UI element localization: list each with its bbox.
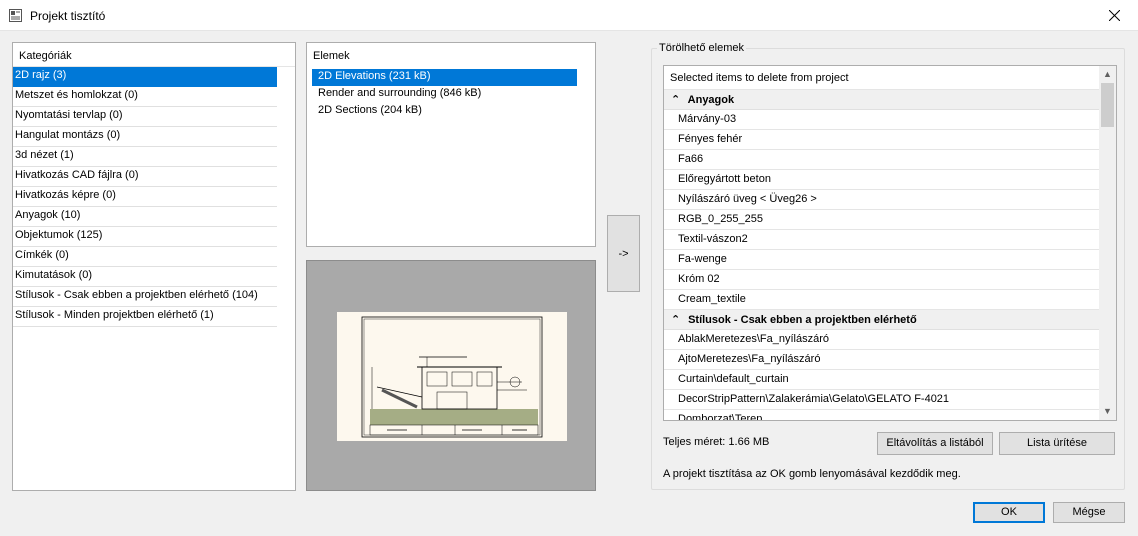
scroll-thumb[interactable]: [1101, 83, 1114, 127]
cancel-button[interactable]: Mégse: [1053, 502, 1125, 523]
deletable-group-label: Törölhető elemek: [657, 42, 746, 54]
remove-from-list-button[interactable]: Eltávolítás a listából: [877, 432, 993, 455]
close-button[interactable]: [1092, 0, 1138, 31]
list-item[interactable]: Márvány-03: [664, 110, 1099, 130]
category-item[interactable]: 3d nézet (1): [13, 147, 277, 167]
group-title: Stílusok - Csak ebben a projektben elérh…: [688, 314, 917, 326]
list-item[interactable]: Cream_textile: [664, 290, 1099, 310]
list-item[interactable]: Előregyártott beton: [664, 170, 1099, 190]
element-item[interactable]: Render and surrounding (846 kB): [312, 86, 577, 103]
category-item[interactable]: Stílusok - Minden projektben elérhető (1…: [13, 307, 277, 327]
list-item[interactable]: DecorStripPattern\Zalakerámia\Gelato\GEL…: [664, 390, 1099, 410]
list-item[interactable]: Curtain\default_curtain: [664, 370, 1099, 390]
list-item[interactable]: AjtoMeretezes\Fa_nyílászáró: [664, 350, 1099, 370]
preview-pane: [306, 260, 596, 491]
list-item[interactable]: RGB_0_255_255: [664, 210, 1099, 230]
category-item[interactable]: Címkék (0): [13, 247, 277, 267]
list-item[interactable]: Domborzat\Terep: [664, 410, 1099, 420]
purge-note: A projekt tisztítása az OK gomb lenyomás…: [663, 468, 961, 480]
categories-header: Kategóriák: [13, 43, 295, 67]
deletable-list[interactable]: Selected items to delete from project ⌃ …: [663, 65, 1117, 421]
add-to-delete-list-button[interactable]: ->: [607, 215, 640, 292]
title-bar: Projekt tisztító: [0, 0, 1138, 31]
element-item[interactable]: 2D Elevations (231 kB): [312, 69, 577, 86]
list-item[interactable]: Fa-wenge: [664, 250, 1099, 270]
close-icon[interactable]: [1109, 10, 1120, 21]
scroll-up-icon[interactable]: ▲: [1099, 66, 1116, 83]
category-item[interactable]: Stílusok - Csak ebben a projektben elérh…: [13, 287, 277, 307]
element-item[interactable]: 2D Sections (204 kB): [312, 103, 577, 120]
collapse-icon[interactable]: ⌃: [671, 313, 685, 326]
list-item[interactable]: Nyílászáró üveg < Üveg26 >: [664, 190, 1099, 210]
elevation-preview-image: [337, 312, 567, 441]
deletable-list-header: Selected items to delete from project: [664, 66, 1116, 90]
categories-list[interactable]: Kategóriák 2D rajz (3) Metszet és homlok…: [12, 42, 296, 491]
elements-list[interactable]: Elemek 2D Elevations (231 kB) Render and…: [306, 42, 596, 247]
ok-button[interactable]: OK: [973, 502, 1045, 523]
category-item[interactable]: Hangulat montázs (0): [13, 127, 277, 147]
list-item[interactable]: AblakMeretezes\Fa_nyílászáró: [664, 330, 1099, 350]
category-item[interactable]: Nyomtatási tervlap (0): [13, 107, 277, 127]
list-item[interactable]: Króm 02: [664, 270, 1099, 290]
category-item[interactable]: Hivatkozás képre (0): [13, 187, 277, 207]
elements-header: Elemek: [307, 43, 595, 69]
group-row-materials[interactable]: ⌃ Anyagok: [664, 90, 1099, 110]
group-row-styles[interactable]: ⌃ Stílusok - Csak ebben a projektben elé…: [664, 310, 1099, 330]
list-item[interactable]: Textil-vászon2: [664, 230, 1099, 250]
app-icon: [9, 9, 22, 22]
category-item[interactable]: Kimutatások (0): [13, 267, 277, 287]
group-title: Anyagok: [687, 94, 735, 106]
window-title: Projekt tisztító: [30, 9, 106, 23]
scroll-down-icon[interactable]: ▼: [1099, 403, 1116, 420]
list-item[interactable]: Fa66: [664, 150, 1099, 170]
category-item[interactable]: Hivatkozás CAD fájlra (0): [13, 167, 277, 187]
category-item[interactable]: 2D rajz (3): [13, 67, 277, 87]
clear-list-button[interactable]: Lista ürítése: [999, 432, 1115, 455]
collapse-icon[interactable]: ⌃: [671, 93, 685, 106]
list-item[interactable]: Fényes fehér: [664, 130, 1099, 150]
category-item[interactable]: Anyagok (10): [13, 207, 277, 227]
move-button-label: ->: [618, 248, 629, 260]
vertical-scrollbar[interactable]: ▲ ▼: [1099, 66, 1116, 420]
total-size-label: Teljes méret: 1.66 MB: [663, 436, 770, 448]
category-item[interactable]: Objektumok (125): [13, 227, 277, 247]
category-item[interactable]: Metszet és homlokzat (0): [13, 87, 277, 107]
